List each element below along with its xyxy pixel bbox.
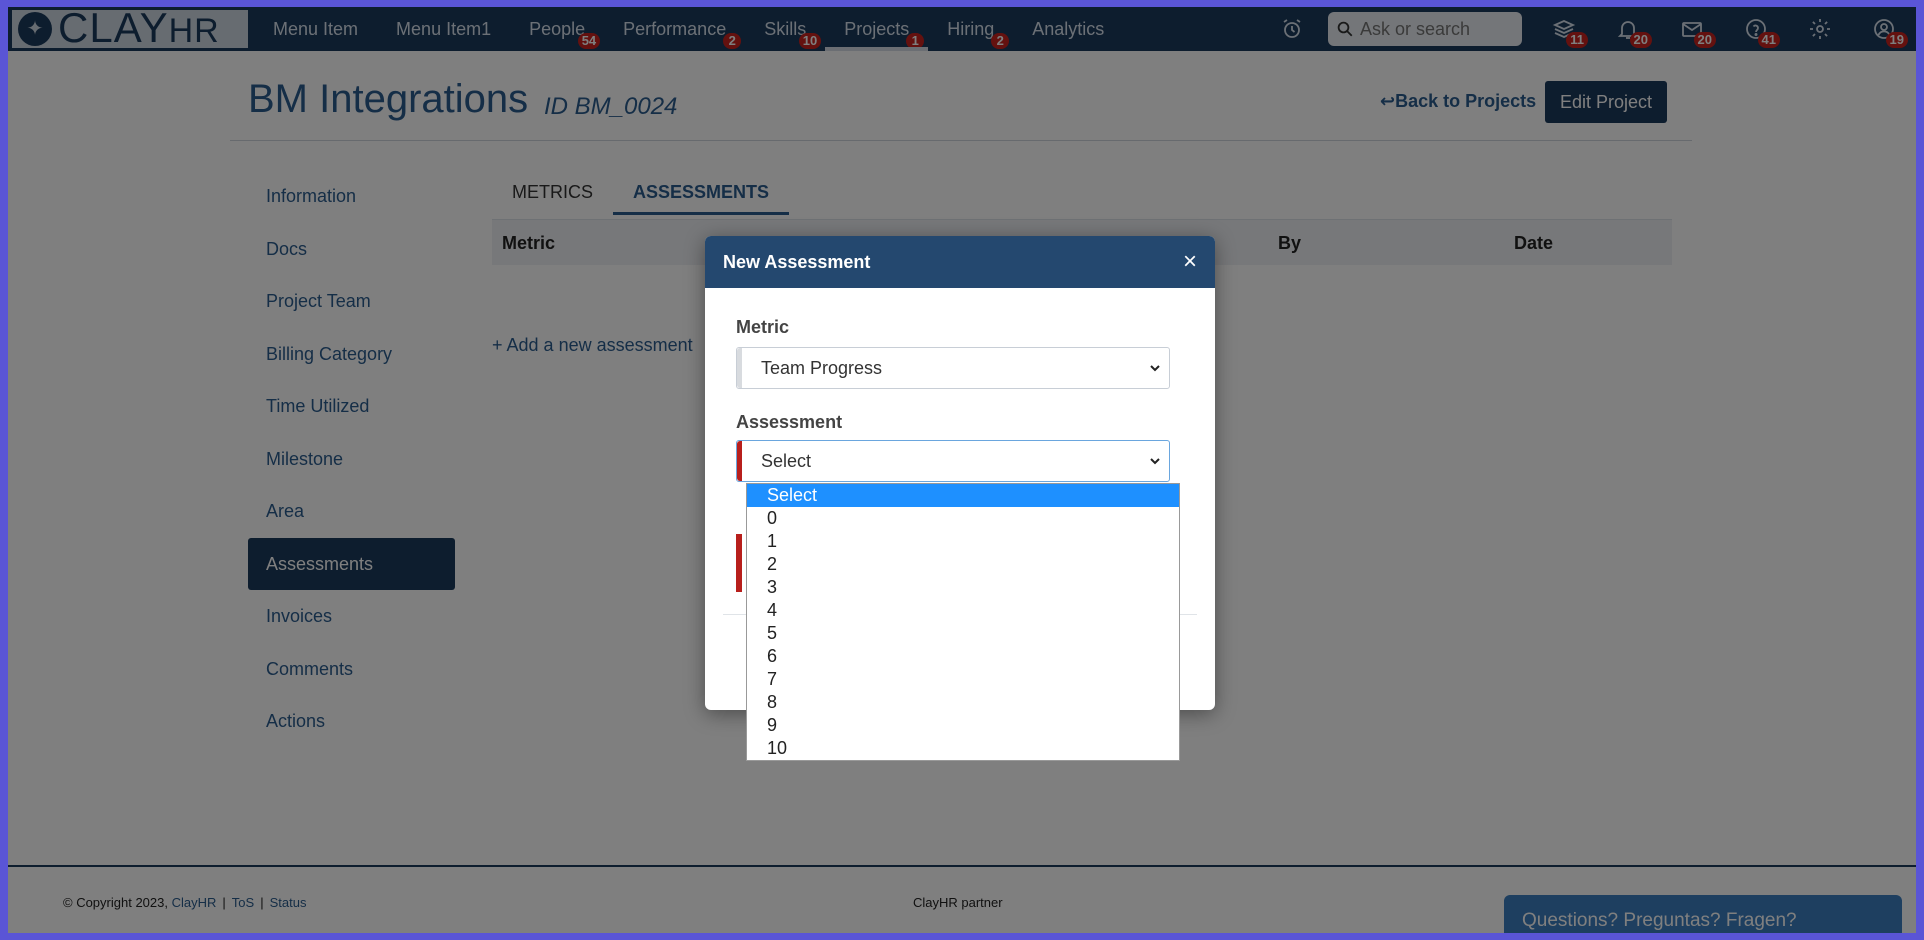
- dropdown-option[interactable]: 1: [747, 530, 1179, 553]
- metric-select-value: Team Progress: [761, 358, 883, 378]
- dropdown-option[interactable]: 8: [747, 691, 1179, 714]
- dropdown-option[interactable]: 3: [747, 576, 1179, 599]
- dropdown-option[interactable]: 5: [747, 622, 1179, 645]
- metric-label: Metric: [736, 317, 790, 337]
- dropdown-option[interactable]: 10: [747, 737, 1179, 760]
- dropdown-option[interactable]: 7: [747, 668, 1179, 691]
- app-frame: ✦ CLAYHR Menu Item Menu Item1 People54 P…: [8, 7, 1916, 933]
- assessment-select-value: Select: [761, 451, 812, 471]
- comment-field-error-marker: [736, 534, 742, 592]
- dropdown-option[interactable]: 0: [747, 507, 1179, 530]
- dropdown-option[interactable]: 6: [747, 645, 1179, 668]
- modal-header: New Assessment ×: [705, 236, 1215, 288]
- modal-title: New Assessment: [723, 252, 871, 272]
- assessment-select[interactable]: Select: [736, 440, 1170, 482]
- dropdown-option[interactable]: 2: [747, 553, 1179, 576]
- metric-select[interactable]: Team Progress: [736, 347, 1170, 389]
- dropdown-option[interactable]: 9: [747, 714, 1179, 737]
- chevron-down-icon: [1150, 458, 1160, 465]
- chevron-down-icon: [1150, 365, 1160, 372]
- assessment-label: Assessment: [736, 412, 843, 432]
- close-icon[interactable]: ×: [1183, 236, 1197, 288]
- dropdown-option[interactable]: 4: [747, 599, 1179, 622]
- assessment-dropdown-list: Select 0 1 2 3 4 5 6 7 8 9 10: [746, 483, 1180, 761]
- dropdown-option[interactable]: Select: [747, 484, 1179, 507]
